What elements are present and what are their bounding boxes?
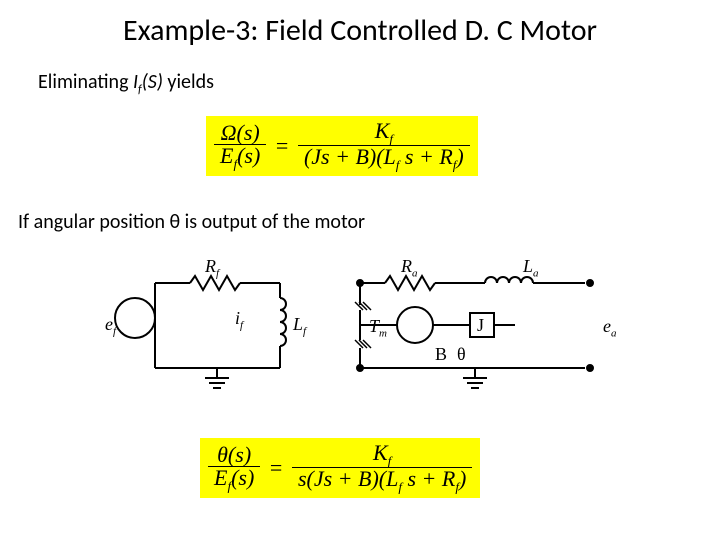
txt-post: yields [163, 70, 214, 94]
lbl-B: B [435, 344, 447, 365]
lbl-Tm: Tm [369, 316, 387, 340]
rhs-num-K: K [375, 118, 390, 143]
lhs-num-2: θ(s) [217, 442, 251, 467]
equals: = [276, 133, 288, 158]
text-eliminating: Eliminating If(S) yields [38, 70, 214, 97]
formula-omega: Ω(s) Ef(s) = Kf (Js + B)(Lf s + Rf) [206, 116, 478, 176]
lbl-if: if [235, 308, 243, 332]
rhs-frac-2: Kf s(Js + B)(Lf s + Rf) [292, 442, 472, 494]
rhs2-den-2: s + R [402, 466, 455, 491]
rhs2-den-3: ) [459, 466, 466, 491]
lhs-den-post: (s) [237, 143, 260, 168]
rhs-frac: Kf (Js + B)(Lf s + Rf) [298, 120, 470, 172]
lbl-ef: ef [105, 314, 116, 338]
circuit-diagram: ef Rf if Lf Ra La Tm J B θ ea [105, 258, 635, 393]
equals-2: = [270, 455, 282, 480]
text-angular: If angular position θ is output of the m… [18, 210, 365, 234]
slide: Example-3: Field Controlled D. C Motor E… [0, 0, 720, 540]
lbl-Ra: Ra [401, 256, 418, 280]
formula-theta: θ(s) Ef(s) = Kf s(Js + B)(Lf s + Rf) [200, 438, 480, 498]
txt-pre: Eliminating [38, 70, 133, 94]
lhs2-den-E: E [214, 465, 227, 490]
rhs-den-3: ) [456, 144, 463, 169]
rhs-den-2: s + R [399, 144, 452, 169]
lhs-frac-2: θ(s) Ef(s) [208, 444, 260, 492]
lbl-Lf: Lf [293, 314, 306, 338]
lbl-Rf: Rf [205, 256, 219, 280]
lhs-frac: Ω(s) Ef(s) [214, 122, 266, 170]
lhs-den-E: E [220, 143, 233, 168]
lbl-theta: θ [457, 344, 466, 365]
var-arg: (S) [142, 70, 163, 94]
lhs2-den-post: (s) [231, 465, 254, 490]
rhs-den-1: (Js + B)(L [304, 144, 396, 169]
rhs2-num-K: K [373, 440, 388, 465]
lbl-ea: ea [603, 316, 617, 340]
lbl-La: La [523, 256, 539, 280]
lhs-num: Ω(s) [221, 120, 260, 145]
rhs2-den-1: s(Js + B)(L [298, 466, 398, 491]
lbl-J: J [477, 315, 484, 336]
slide-title: Example-3: Field Controlled D. C Motor [0, 12, 720, 49]
